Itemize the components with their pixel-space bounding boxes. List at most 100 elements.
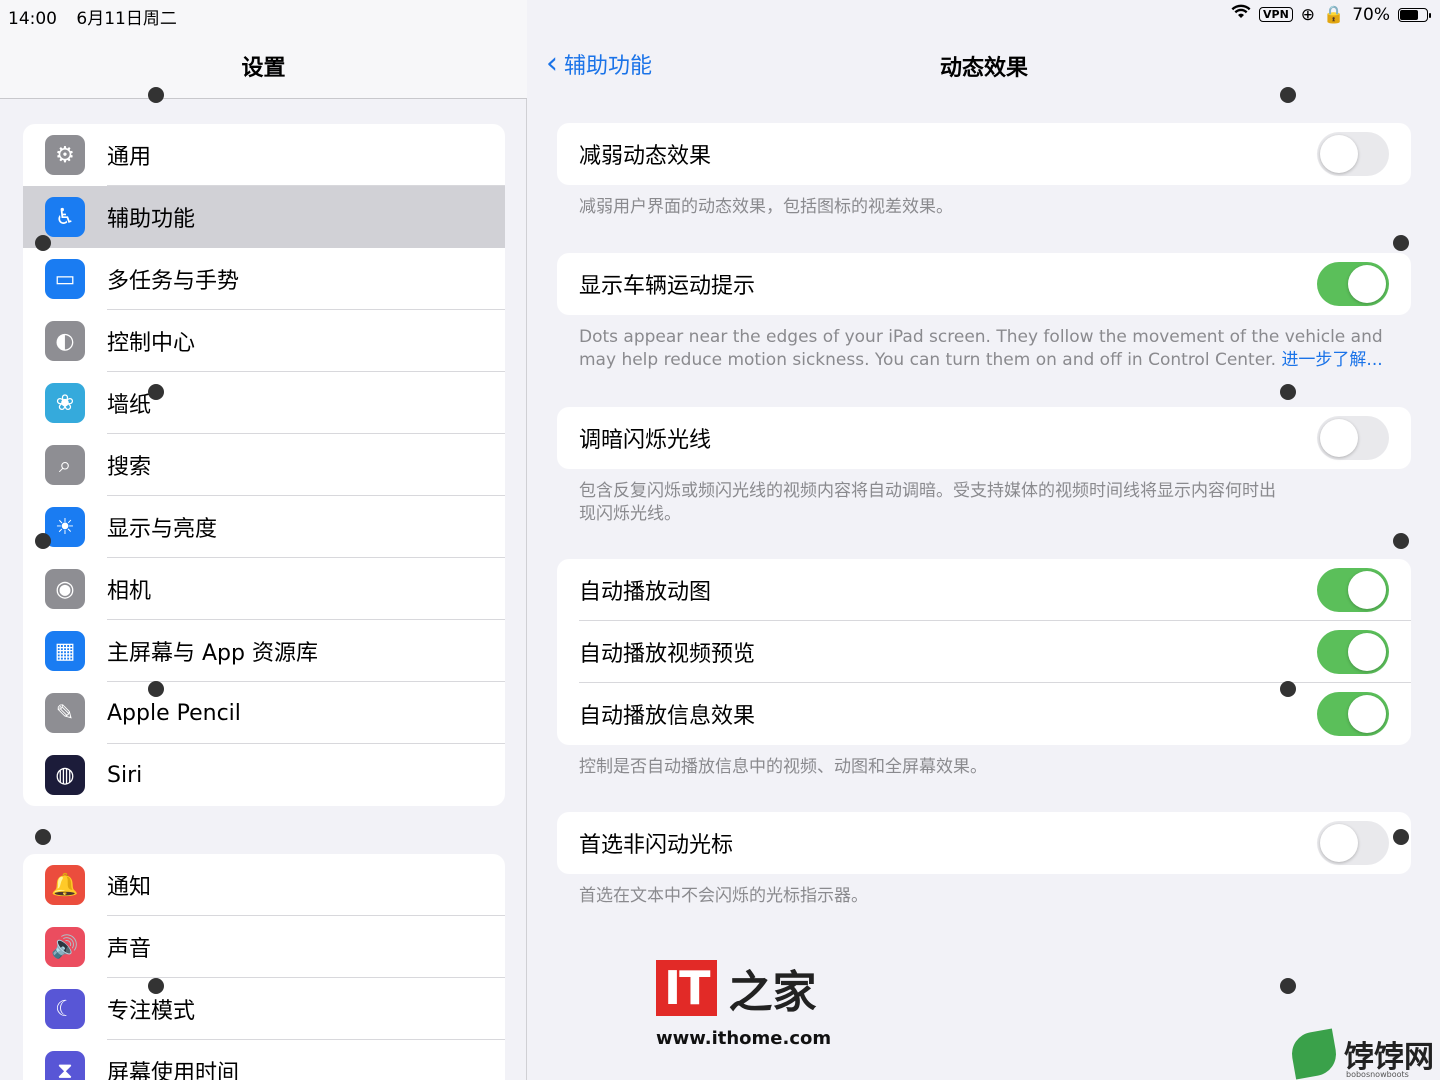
sidebar-item-label: 墙纸 xyxy=(107,393,152,418)
sidebar-item[interactable]: ◉ 相机 xyxy=(23,558,505,620)
site-subtitle: bobosnowboots xyxy=(1346,1070,1409,1079)
non-blinking-cursor-card: 首选非闪动光标 xyxy=(557,812,1411,874)
vehicle-cues-toggle[interactable] xyxy=(1317,262,1389,306)
leaf-logo-icon xyxy=(1288,1028,1340,1080)
autoplay-row[interactable]: 自动播放视频预览 xyxy=(557,621,1411,683)
status-bar-left: 14:00 6月11日周二 xyxy=(8,4,191,29)
dim-flashing-note: 包含反复闪烁或频闪光线的视频内容将自动调暗。受支持媒体的视频时间线将显示内容何时… xyxy=(579,481,1276,524)
sidebar-item[interactable]: ▦ 主屏幕与 App 资源库 xyxy=(23,620,505,682)
sidebar-item[interactable]: ▭ 多任务与手势 xyxy=(23,248,505,310)
pencil-icon: ✎ xyxy=(45,693,85,733)
learn-more-link[interactable]: 进一步了解... xyxy=(1281,350,1382,370)
wallpaper-icon: ❀ xyxy=(45,383,85,423)
vehicle-cues-note-text: Dots appear near the edges of your iPad … xyxy=(579,327,1383,370)
non-blinking-cursor-toggle[interactable] xyxy=(1317,821,1389,865)
vehicle-cues-card: 显示车辆运动提示 xyxy=(557,253,1411,315)
motion-cue-dot xyxy=(148,978,164,994)
toggle-knob xyxy=(1320,824,1358,862)
autoplay-note: 控制是否自动播放信息中的视频、动图和全屏幕效果。 xyxy=(579,757,987,777)
sidebar-item[interactable]: 🔊 声音 xyxy=(23,916,505,978)
settings-group-1: ⚙ 通用 ♿ 辅助功能 ▭ 多任务与手势 ◐ 控制中心 ❀ 墙纸 ⌕ 搜索 ☀ 显示与亮度 ◉ 相机 ▦ 主屏幕与… xyxy=(23,124,505,806)
wifi-icon xyxy=(1231,4,1251,25)
vpn-badge: VPN xyxy=(1259,7,1293,22)
accessibility-icon: ♿ xyxy=(45,197,85,237)
gear-icon: ⚙ xyxy=(45,135,85,175)
autoplay-toggle[interactable] xyxy=(1317,630,1389,674)
autoplay-card: 自动播放动图自动播放视频预览 自动播放信息效果 xyxy=(557,559,1411,745)
autoplay-label: 自动播放动图 xyxy=(579,580,712,605)
reduce-motion-row[interactable]: 减弱动态效果 xyxy=(557,123,1411,185)
ithome-url: www.ithome.com xyxy=(656,1028,832,1049)
sidebar-item-label: 多任务与手势 xyxy=(107,269,240,294)
vehicle-cues-row[interactable]: 显示车辆运动提示 xyxy=(557,253,1411,315)
motion-cue-dot xyxy=(1280,681,1296,697)
toggle-knob xyxy=(1348,571,1386,609)
non-blinking-cursor-label: 首选非闪动光标 xyxy=(579,833,734,858)
motion-cue-dot xyxy=(148,87,164,103)
toggle-knob xyxy=(1348,265,1386,303)
dim-flashing-toggle[interactable] xyxy=(1317,416,1389,460)
motion-cue-dot xyxy=(35,235,51,251)
battery-fill xyxy=(1400,9,1419,20)
page-title: 设置 xyxy=(241,56,286,81)
sidebar-item[interactable]: ☾ 专注模式 xyxy=(23,978,505,1040)
sidebar-item-label: 辅助功能 xyxy=(107,207,196,232)
toggle-knob xyxy=(1348,695,1386,733)
ithome-logo-box: IT xyxy=(656,960,717,1016)
sidebar-item-label: 声音 xyxy=(107,937,152,962)
motion-cue-dot xyxy=(1393,235,1409,251)
non-blinking-cursor-row[interactable]: 首选非闪动光标 xyxy=(557,812,1411,874)
camera-icon: ◉ xyxy=(45,569,85,609)
sidebar-item[interactable]: ☀ 显示与亮度 xyxy=(23,496,505,558)
sidebar-item[interactable]: ⌕ 搜索 xyxy=(23,434,505,496)
sidebar-item-label: Siri xyxy=(107,762,143,788)
motion-cue-dot xyxy=(148,384,164,400)
ithome-logo-zh: 之家 xyxy=(728,967,817,1018)
orientation-lock-icon: ⊕ xyxy=(1300,4,1316,25)
sidebar-item-label: 专注模式 xyxy=(107,999,196,1024)
autoplay-label: 自动播放信息效果 xyxy=(579,704,756,729)
battery-percent: 70% xyxy=(1352,4,1390,25)
settings-group-2: 🔔 通知 🔊 声音 ☾ 专注模式 ⧗ 屏幕使用时间 xyxy=(23,854,505,1080)
sidebar-item-label: 搜索 xyxy=(107,455,152,480)
ithome-logo: IT 之家 xyxy=(656,956,817,1020)
sidebar-item[interactable]: ♿ 辅助功能 xyxy=(23,186,505,248)
control-center-icon: ◐ xyxy=(45,321,85,361)
screen-time-icon: ⧗ xyxy=(45,1051,85,1080)
sidebar-item-label: 显示与亮度 xyxy=(107,517,218,542)
reduce-motion-toggle[interactable] xyxy=(1317,132,1389,176)
dim-flashing-row[interactable]: 调暗闪烁光线 xyxy=(557,407,1411,469)
motion-cue-dot xyxy=(1393,533,1409,549)
battery-icon xyxy=(1398,7,1431,22)
toggle-knob xyxy=(1320,419,1358,457)
dim-flashing-label: 调暗闪烁光线 xyxy=(579,428,712,453)
sidebar-item[interactable]: ◍ Siri xyxy=(23,744,505,806)
motion-cue-dot xyxy=(1280,384,1296,400)
sidebar-item-label: 通知 xyxy=(107,875,152,900)
search-icon: ⌕ xyxy=(45,445,85,485)
sidebar-item[interactable]: ✎ Apple Pencil xyxy=(23,682,505,744)
sound-icon: 🔊 xyxy=(45,927,85,967)
status-date: 6月11日周二 xyxy=(76,9,177,29)
focus-moon-icon: ☾ xyxy=(45,989,85,1029)
sidebar-item[interactable]: ⚙ 通用 xyxy=(23,124,505,186)
motion-cue-dot xyxy=(1280,978,1296,994)
dim-flashing-card: 调暗闪烁光线 xyxy=(557,407,1411,469)
autoplay-toggle[interactable] xyxy=(1317,692,1389,736)
toggle-knob xyxy=(1320,135,1358,173)
autoplay-label: 自动播放视频预览 xyxy=(579,642,756,667)
autoplay-toggle[interactable] xyxy=(1317,568,1389,612)
settings-sidebar: 设置 ⚙ 通用 ♿ 辅助功能 ▭ 多任务与手势 ◐ 控制中心 ❀ 墙纸 ⌕ 搜索 ☀ 显示与亮度 ◉ 相机 ▦ 主… xyxy=(0,0,527,1080)
sidebar-item-label: 主屏幕与 App 资源库 xyxy=(107,641,318,666)
lock-icon: 🔒 xyxy=(1323,4,1345,25)
sidebar-item[interactable]: 🔔 通知 xyxy=(23,854,505,916)
sidebar-item-label: 相机 xyxy=(107,579,152,604)
sidebar-item[interactable]: ◐ 控制中心 xyxy=(23,310,505,372)
motion-cue-dot xyxy=(35,533,51,549)
sidebar-item-label: 控制中心 xyxy=(107,331,196,356)
sidebar-item[interactable]: ❀ 墙纸 xyxy=(23,372,505,434)
multitasking-icon: ▭ xyxy=(45,259,85,299)
sidebar-item-label: 通用 xyxy=(107,145,152,170)
sidebar-item[interactable]: ⧗ 屏幕使用时间 xyxy=(23,1040,505,1080)
autoplay-row[interactable]: 自动播放动图 xyxy=(557,559,1411,621)
